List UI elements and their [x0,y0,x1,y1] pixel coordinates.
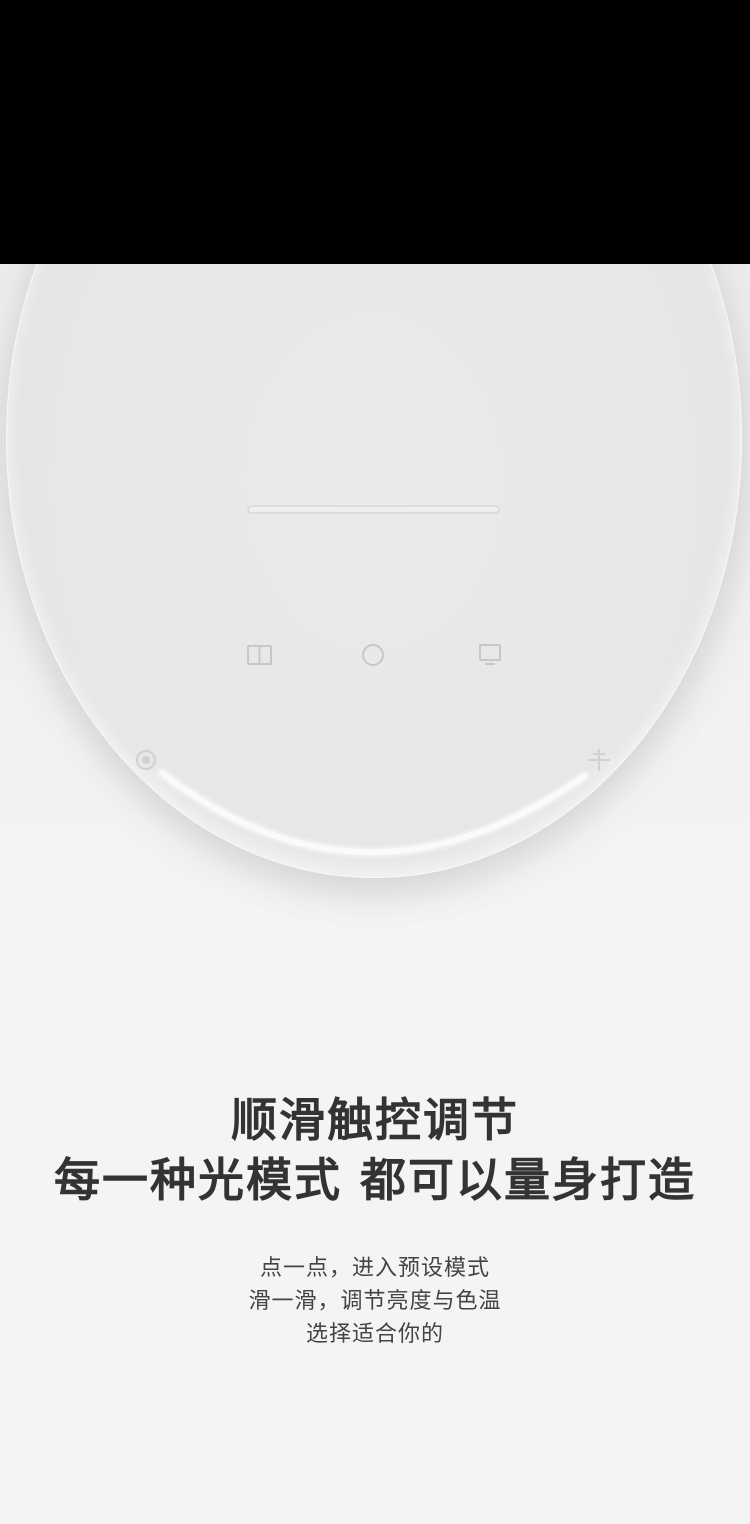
lamp-stage [0,264,750,984]
description-line-2: 滑一滑，调节亮度与色温 [248,1289,502,1314]
monitor-mode-icon[interactable] [479,644,501,665]
power-circle-icon[interactable] [362,644,384,666]
description-line-3: 选择适合你的 [305,1322,444,1347]
brightness-low-icon[interactable] [136,750,156,770]
description-line-1: 点一点，进入预设模式 [259,1256,490,1281]
product-page: 顺滑触控调节 每一种光模式 都可以量身打造 点一点，进入预设模式 滑一滑，调节亮… [0,0,750,1524]
description-block: 点一点，进入预设模式 滑一滑，调节亮度与色温 选择适合你的 [0,1252,750,1351]
top-dark-banner [0,0,750,264]
headline-subtitle: 每一种光模式 都可以量身打造 [53,1153,696,1207]
brightness-high-icon[interactable] [588,749,610,771]
indicator-groove [247,505,500,514]
headline-title: 顺滑触控调节 [231,1093,519,1147]
book-mode-icon[interactable] [247,645,272,665]
lamp-surface-graphics [136,505,610,859]
headline-block: 顺滑触控调节 每一种光模式 都可以量身打造 [0,1090,750,1210]
lamp-control-surface [6,264,742,878]
